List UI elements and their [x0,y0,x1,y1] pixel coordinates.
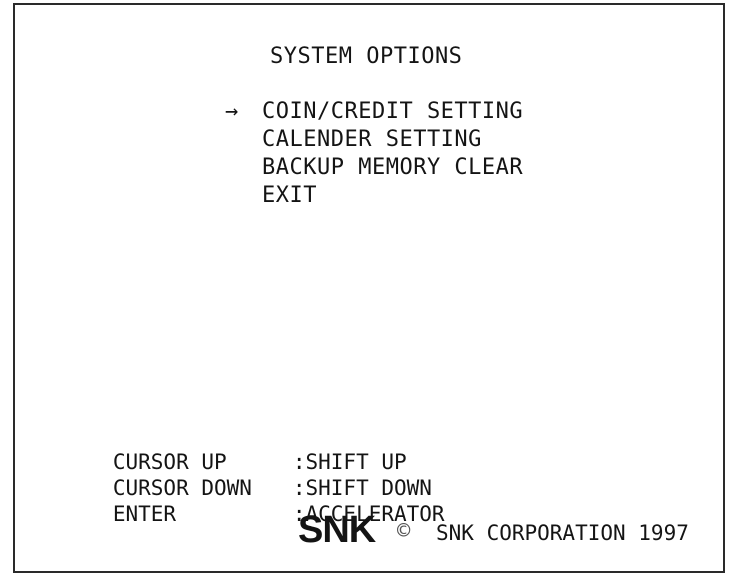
system-options-menu: COIN/CREDIT SETTING CALENDER SETTING BAC… [262,98,523,210]
menu-item-backup-memory-clear[interactable]: BACKUP MEMORY CLEAR [262,154,523,182]
snk-logo: SNK [298,509,376,551]
control-row-cursor-up: CURSOR UP :SHIFT UP [37,423,445,474]
control-key: CURSOR UP [112,450,227,474]
control-key: CURSOR DOWN [112,476,252,500]
control-key: ENTER [112,502,177,526]
page-title: SYSTEM OPTIONS [270,44,463,69]
menu-item-coin-credit-setting[interactable]: COIN/CREDIT SETTING [262,98,523,126]
menu-item-calender-setting[interactable]: CALENDER SETTING [262,126,523,154]
menu-cursor-arrow-icon: → [225,99,239,124]
copyright-notice: SNK CORPORATION 1997 [436,521,689,545]
copyright-icon: © [397,519,411,544]
menu-item-exit[interactable]: EXIT [262,182,523,210]
system-options-screen: SYSTEM OPTIONS → COIN/CREDIT SETTING CAL… [0,0,730,576]
control-action: :SHIFT DOWN [292,476,432,500]
control-legend: CURSOR UP :SHIFT UP CURSOR DOWN :SHIFT DOW… [37,423,445,526]
control-action: :SHIFT UP [292,450,407,474]
